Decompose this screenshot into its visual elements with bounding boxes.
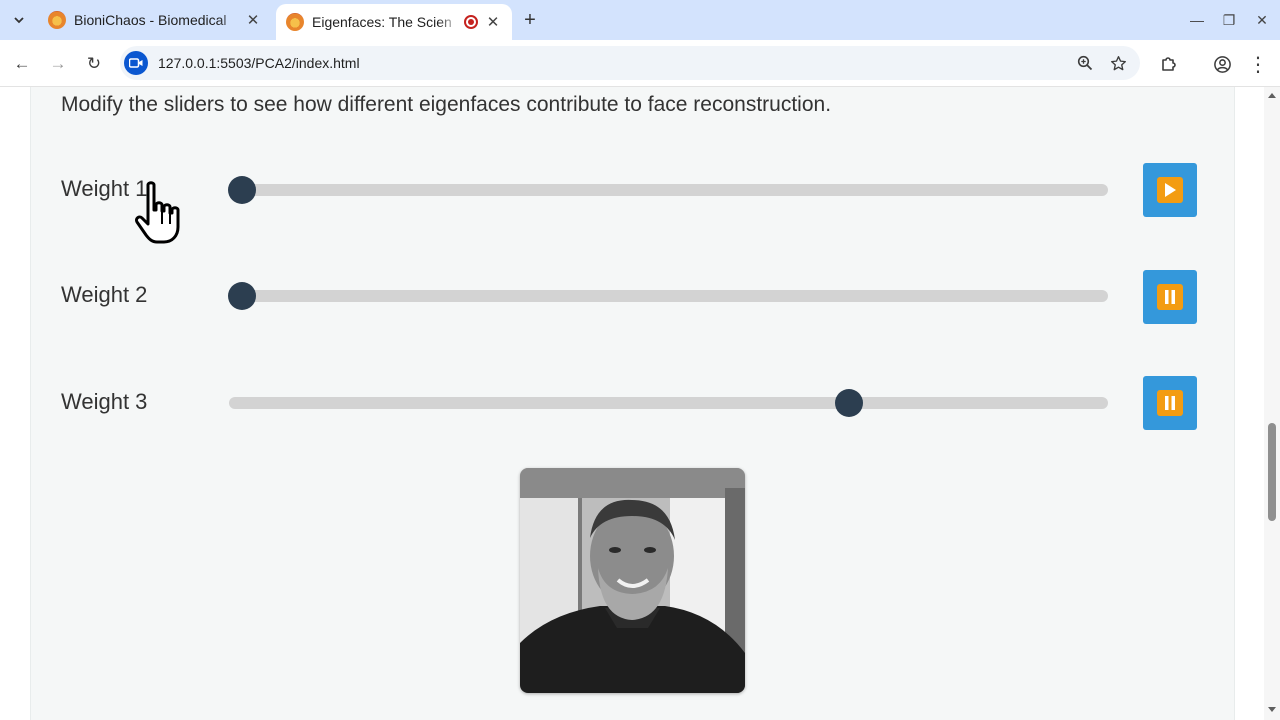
- close-window-button[interactable]: ✕: [1249, 8, 1275, 32]
- bookmark-star-icon[interactable]: [1107, 52, 1129, 74]
- weight-2-slider-thumb[interactable]: [228, 282, 257, 310]
- eigenfaces-favicon-icon: [286, 13, 304, 31]
- weight-2-label: Weight 2: [61, 282, 148, 307]
- scroll-down-arrow-icon[interactable]: [1268, 707, 1276, 712]
- weight-3-slider-thumb[interactable]: [834, 389, 863, 417]
- browser-toolbar: ← → ↻ 127.0.0.1:5503/PCA2/index.html ⋮: [0, 40, 1280, 87]
- tab-title: Eigenfaces: The Scien: [312, 14, 452, 30]
- url-text[interactable]: 127.0.0.1:5503/PCA2/index.html: [158, 55, 360, 71]
- weight-1-label: Weight 1: [61, 176, 148, 201]
- tab-eigenfaces[interactable]: Eigenfaces: The Scien ✕: [276, 4, 512, 40]
- page-viewport: Modify the sliders to see how different …: [0, 87, 1264, 720]
- weight-3-slider[interactable]: [229, 389, 1108, 417]
- weight-1-slider[interactable]: [228, 176, 1108, 204]
- chevron-down-icon: [14, 17, 24, 24]
- address-bar[interactable]: 127.0.0.1:5503/PCA2/index.html: [120, 46, 1140, 80]
- reconstructed-face-image: [520, 468, 745, 693]
- face-portrait-icon: [520, 468, 745, 693]
- pause-icon: [1157, 284, 1183, 310]
- bionichaos-favicon-icon: [48, 11, 66, 29]
- weight-2-slider[interactable]: [228, 282, 1108, 310]
- tab-search-button[interactable]: [6, 7, 32, 33]
- new-tab-button[interactable]: +: [518, 8, 542, 32]
- weight-3-pause-button[interactable]: [1143, 376, 1197, 430]
- minimize-button[interactable]: —: [1184, 8, 1210, 32]
- weight-1-play-button[interactable]: [1143, 163, 1197, 217]
- profile-icon[interactable]: [1208, 50, 1236, 78]
- extensions-icon[interactable]: [1155, 50, 1183, 78]
- play-icon: [1157, 177, 1183, 203]
- screen-share-icon[interactable]: [124, 51, 148, 75]
- recording-icon: [464, 15, 478, 29]
- browser-menu-icon[interactable]: ⋮: [1244, 50, 1272, 78]
- page-scrollbar[interactable]: [1264, 87, 1280, 720]
- close-tab-icon[interactable]: ✕: [484, 13, 502, 31]
- forward-button[interactable]: →: [44, 50, 72, 78]
- tab-strip: BioniChaos - Biomedical ✕ Eigenfaces: Th…: [0, 0, 1280, 40]
- pause-icon: [1157, 390, 1183, 416]
- zoom-icon[interactable]: [1074, 52, 1096, 74]
- scrollbar-thumb[interactable]: [1268, 423, 1276, 521]
- instructions-text: Modify the sliders to see how different …: [61, 93, 832, 116]
- weight-2-pause-button[interactable]: [1143, 270, 1197, 324]
- weight-1-slider-thumb[interactable]: [228, 176, 257, 204]
- tab-title: BioniChaos - Biomedical: [74, 12, 227, 28]
- close-tab-icon[interactable]: ✕: [244, 11, 262, 29]
- scroll-up-arrow-icon[interactable]: [1268, 93, 1276, 98]
- tab-bionichaos[interactable]: BioniChaos - Biomedical ✕: [38, 4, 272, 36]
- back-button[interactable]: ←: [8, 50, 36, 78]
- reload-button[interactable]: ↻: [80, 50, 108, 78]
- weight-3-label: Weight 3: [61, 389, 148, 414]
- restore-button[interactable]: ❐: [1216, 8, 1242, 32]
